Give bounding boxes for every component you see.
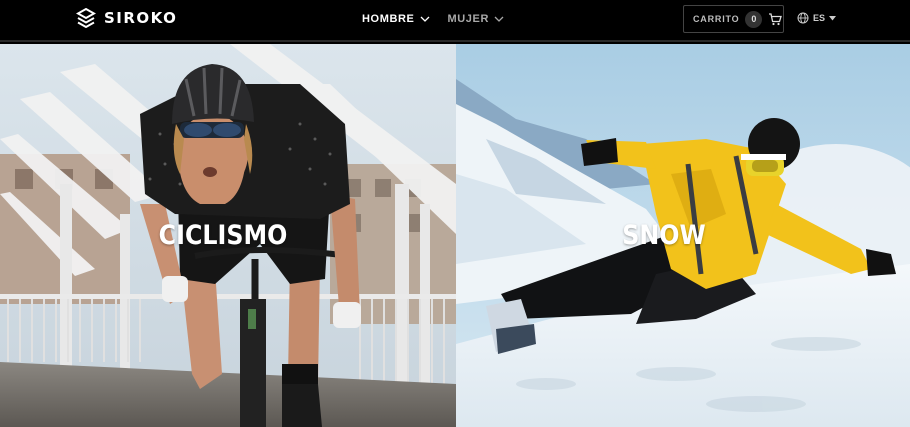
nav-item-hombre[interactable]: HOMBRE xyxy=(362,13,430,25)
cart-count-badge: 0 xyxy=(745,10,763,28)
site-header: SIROKO HOMBRE MUJER CARRITO 0 ES xyxy=(0,0,910,42)
category-panel-snow[interactable]: SNOW xyxy=(456,44,910,427)
category-panel-ciclismo[interactable]: CICLISMO xyxy=(0,44,456,427)
nav-item-label: MUJER xyxy=(447,13,490,25)
nav-item-label: HOMBRE xyxy=(362,13,415,25)
cart-button[interactable]: CARRITO 0 xyxy=(683,5,784,33)
chevron-down-icon xyxy=(420,16,429,22)
chevron-down-icon xyxy=(494,16,504,22)
main-nav: HOMBRE MUJER xyxy=(362,0,504,38)
cart-label: CARRITO xyxy=(693,14,740,24)
category-title-ciclismo: CICLISMO xyxy=(158,220,288,251)
language-selector[interactable]: ES xyxy=(797,12,837,24)
caret-down-icon xyxy=(829,15,837,20)
siroko-logo-icon xyxy=(76,8,96,28)
cart-icon xyxy=(769,12,783,25)
brand-logo[interactable]: SIROKO xyxy=(76,8,177,28)
brand-name: SIROKO xyxy=(104,9,178,27)
language-label: ES xyxy=(813,13,826,23)
nav-item-mujer[interactable]: MUJER xyxy=(448,13,505,25)
category-title-snow: SNOW xyxy=(622,220,706,251)
globe-icon xyxy=(797,12,809,24)
